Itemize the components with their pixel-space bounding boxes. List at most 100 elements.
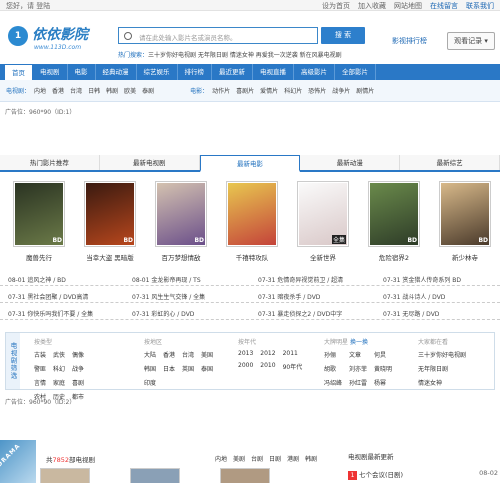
filter-option[interactable]: 印度	[144, 378, 156, 387]
drama-area-link[interactable]: 台剧	[251, 454, 263, 463]
subnav-movie-item[interactable]: 爱情片	[260, 86, 278, 95]
poster[interactable]: BD	[155, 181, 207, 247]
filter-option[interactable]: 2010	[260, 362, 275, 371]
search-button[interactable]: 搜 索	[321, 27, 365, 44]
nav-premium[interactable]: 高级影片	[294, 64, 335, 80]
nav-recent[interactable]: 最近更新	[212, 64, 253, 80]
subnav-tv-item[interactable]: 欧美	[124, 86, 136, 95]
poster-title[interactable]: 全新世界	[293, 252, 353, 262]
poster-title[interactable]: 新少林寺	[435, 252, 495, 262]
poster[interactable]: BD	[439, 181, 491, 247]
poster-title[interactable]: 当幸大盗 黑暗版	[80, 252, 140, 262]
rank-link[interactable]: 影视排行榜	[392, 36, 427, 46]
filter-option[interactable]: 情迷女神	[418, 378, 466, 387]
filter-option[interactable]: 言情	[34, 378, 46, 387]
filter-option[interactable]: 黄晓明	[374, 364, 392, 373]
poster[interactable]: BD	[368, 181, 420, 247]
subnav-movie-item[interactable]: 动作片	[212, 86, 230, 95]
filter-option[interactable]: 大陆	[144, 350, 156, 359]
subnav-movie-item[interactable]: 战争片	[332, 86, 350, 95]
tab-new-tv[interactable]: 最新电视剧	[99, 155, 200, 170]
add-favorite-link[interactable]: 加入收藏	[358, 1, 386, 11]
subnav-movie-item[interactable]: 剧情片	[356, 86, 374, 95]
filter-option[interactable]: 日本	[163, 364, 175, 373]
filter-option[interactable]: 胡歌	[324, 364, 342, 373]
subnav-tv-item[interactable]: 台湾	[70, 86, 82, 95]
ad-slot-1[interactable]: 广告位：960*90（ID:1）	[5, 107, 75, 116]
list-item[interactable]: 07-31 暗夜杀手 / DVD	[258, 292, 320, 301]
filter-option[interactable]: 武侠	[53, 350, 65, 359]
filter-option[interactable]: 古装	[34, 350, 46, 359]
filter-option[interactable]: 冯绍峰	[324, 378, 342, 387]
drama-area-link[interactable]: 内地	[215, 454, 227, 463]
nav-anime[interactable]: 经典动漫	[96, 64, 137, 80]
filter-option[interactable]: 偶像	[72, 350, 84, 359]
subnav-tv-item[interactable]: 日韩	[88, 86, 100, 95]
filter-option[interactable]: 喜剧	[72, 378, 84, 387]
filter-option[interactable]: 英国	[182, 364, 194, 373]
hot-search-words[interactable]: 三十岁你好电视剧 无年限日剧 情迷女神 再爱我一次逆袭 新在风暴电视剧	[148, 52, 342, 59]
drama-area-link[interactable]: 美剧	[233, 454, 245, 463]
tab-new-variety[interactable]: 最新综艺	[400, 155, 500, 170]
ad-slot-2[interactable]: 广告位：960*90（ID:2）	[5, 397, 75, 406]
filter-option[interactable]: 美国	[201, 350, 213, 359]
feedback-link[interactable]: 在线留言	[430, 1, 458, 11]
logo-name[interactable]: 依依影院	[32, 24, 88, 44]
list-item[interactable]: 07-31 彩虹的心 / DVD	[132, 309, 194, 318]
poster[interactable]: BD	[84, 181, 136, 247]
drama-thumb[interactable]	[130, 468, 180, 483]
nav-movie[interactable]: 电影	[68, 64, 96, 80]
subnav-movie-item[interactable]: 科幻片	[284, 86, 302, 95]
filter-option[interactable]: 2000	[238, 362, 253, 371]
filter-option[interactable]: 2012	[260, 350, 275, 357]
subnav-tv-item[interactable]: 香港	[52, 86, 64, 95]
tab-new-movie[interactable]: 最新电影	[199, 155, 301, 172]
filter-option[interactable]: 警匪	[34, 364, 46, 373]
nav-all[interactable]: 全部影片	[335, 64, 376, 80]
tv-update-title[interactable]: 七个会议(日剧)	[359, 471, 403, 479]
nav-variety[interactable]: 综艺娱乐	[137, 64, 178, 80]
filter-option[interactable]: 韩国	[144, 364, 156, 373]
filter-option[interactable]: 孙红雷	[349, 378, 367, 387]
subnav-tv-item[interactable]: 韩剧	[106, 86, 118, 95]
drama-area-link[interactable]: 韩剧	[305, 454, 317, 463]
list-item[interactable]: 07-31 赏金猎人传奇系列 BD	[383, 275, 461, 284]
tab-hot[interactable]: 热门影片推荐	[0, 155, 100, 170]
tab-new-anime[interactable]: 最新动漫	[300, 155, 401, 170]
filter-option[interactable]: 杨幂	[374, 378, 392, 387]
history-button[interactable]: 观看记录 ▾	[447, 32, 495, 50]
list-item[interactable]: 07-31 风生生气交锋 / 全集	[132, 292, 205, 301]
poster[interactable]	[226, 181, 278, 247]
drama-area-link[interactable]: 日剧	[269, 454, 281, 463]
filter-option[interactable]: 战争	[72, 364, 84, 373]
filter-option[interactable]: 2011	[283, 350, 303, 357]
drama-thumb[interactable]	[40, 468, 90, 483]
drama-thumb[interactable]	[220, 468, 270, 483]
contact-link[interactable]: 联系我们	[466, 1, 494, 11]
poster-title[interactable]: 危险宿界2	[364, 252, 424, 262]
list-item[interactable]: 07-31 暴走侦探之2 / DVD中字	[258, 309, 342, 318]
list-item[interactable]: 07-31 战斗诗人 / DVD	[383, 292, 445, 301]
poster-title[interactable]: 百万梦想情敌	[151, 252, 211, 262]
tv-update-item[interactable]: 1 七个会议(日剧) 08-02	[348, 469, 498, 480]
search-input[interactable]: 请在此处输入影片名或演员名称。	[118, 27, 318, 44]
nav-live[interactable]: 电视直播	[253, 64, 294, 80]
list-item[interactable]: 07-31 无尽路 / DVD	[383, 309, 439, 318]
filter-option[interactable]: 无年限日剧	[418, 364, 466, 373]
filter-option[interactable]: 2013	[238, 350, 253, 357]
filter-option[interactable]: 何炅	[374, 350, 392, 359]
filter-option[interactable]: 孙俪	[324, 350, 342, 359]
filter-option[interactable]: 家庭	[53, 378, 65, 387]
filter-option[interactable]: 文章	[349, 350, 367, 359]
filter-option[interactable]: 台湾	[182, 350, 194, 359]
subnav-movie-item[interactable]: 恐怖片	[308, 86, 326, 95]
filter-option[interactable]: 泰国	[201, 364, 213, 373]
set-homepage-link[interactable]: 设为首页	[322, 1, 350, 11]
list-item[interactable]: 07-31 黑社会团聚 / DVD高清	[8, 292, 88, 301]
subnav-tv-item[interactable]: 泰剧	[142, 86, 154, 95]
poster-title[interactable]: 千禧特攻队	[222, 252, 282, 262]
refresh-stars-link[interactable]: 换一换	[350, 339, 368, 346]
filter-option[interactable]: 香港	[163, 350, 175, 359]
drama-area-link[interactable]: 港剧	[287, 454, 299, 463]
filter-option[interactable]: 刘亦菲	[349, 364, 367, 373]
